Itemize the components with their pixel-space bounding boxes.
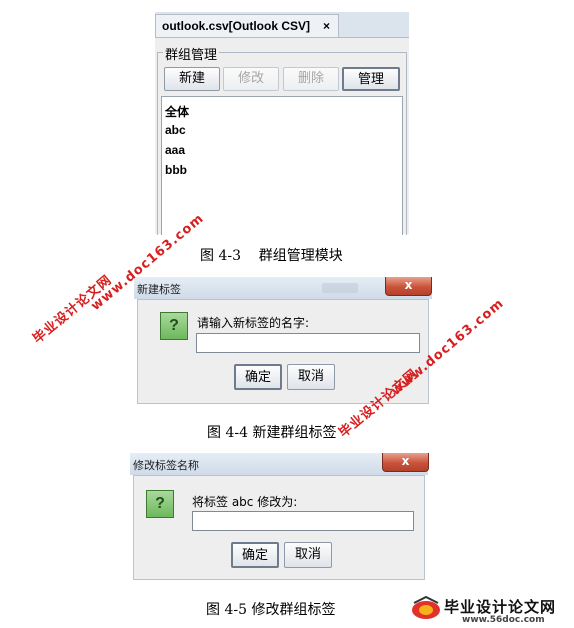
- figure-caption: 图 4-5 修改群组标签: [206, 602, 336, 618]
- new-label-name-input[interactable]: [192, 511, 414, 531]
- label-name-input[interactable]: [196, 333, 420, 353]
- title-bar: 修改标签名称 x: [130, 453, 429, 475]
- logo-url: www.56doc.com: [462, 615, 545, 625]
- list-item[interactable]: abc: [165, 123, 186, 137]
- tab-outlook-csv[interactable]: outlook.csv[Outlook CSV] ×: [155, 14, 339, 37]
- ok-button[interactable]: 确定: [234, 364, 282, 390]
- list-item[interactable]: bbb: [165, 163, 187, 177]
- question-icon: ?: [146, 490, 174, 518]
- rename-label-dialog: 修改标签名称 x ? 将标签 abc 修改为: 确定 取消: [130, 453, 429, 583]
- group-management-panel: outlook.csv[Outlook CSV] × 群组管理 新建 修改 删除…: [155, 12, 409, 235]
- close-button[interactable]: x: [382, 453, 429, 472]
- close-tab-icon[interactable]: ×: [323, 15, 330, 37]
- cancel-button[interactable]: 取消: [284, 542, 332, 568]
- ok-button[interactable]: 确定: [231, 542, 279, 568]
- question-icon: ?: [160, 312, 188, 340]
- delete-button[interactable]: 删除: [283, 67, 339, 91]
- list-item[interactable]: aaa: [165, 143, 185, 157]
- logo-text: 毕业设计论文网: [444, 598, 557, 616]
- title-bar-background: [322, 283, 358, 293]
- manage-button[interactable]: 管理: [342, 67, 400, 91]
- dialog-title: 修改标签名称: [133, 459, 199, 472]
- cancel-button[interactable]: 取消: [287, 364, 335, 390]
- figure-caption: 图 4-4 新建群组标签: [207, 425, 337, 441]
- tab-label: outlook.csv[Outlook CSV]: [162, 19, 311, 33]
- figure-caption: 图 4-3 群组管理模块: [200, 248, 343, 264]
- site-logo-icon: [412, 595, 440, 619]
- tab-strip: outlook.csv[Outlook CSV] ×: [155, 12, 409, 38]
- title-bar: 新建标签 x: [134, 277, 432, 299]
- close-button[interactable]: x: [385, 277, 432, 296]
- prompt-label: 将标签 abc 修改为:: [192, 495, 298, 509]
- group-box-title: 群组管理: [163, 44, 220, 63]
- list-item[interactable]: 全体: [165, 103, 189, 120]
- dialog-title: 新建标签: [137, 283, 181, 296]
- modify-button[interactable]: 修改: [223, 67, 279, 91]
- prompt-label: 请输入新标签的名字:: [197, 316, 310, 330]
- new-button[interactable]: 新建: [164, 67, 220, 91]
- dialog-body: ? 将标签 abc 修改为: 确定 取消: [133, 475, 425, 580]
